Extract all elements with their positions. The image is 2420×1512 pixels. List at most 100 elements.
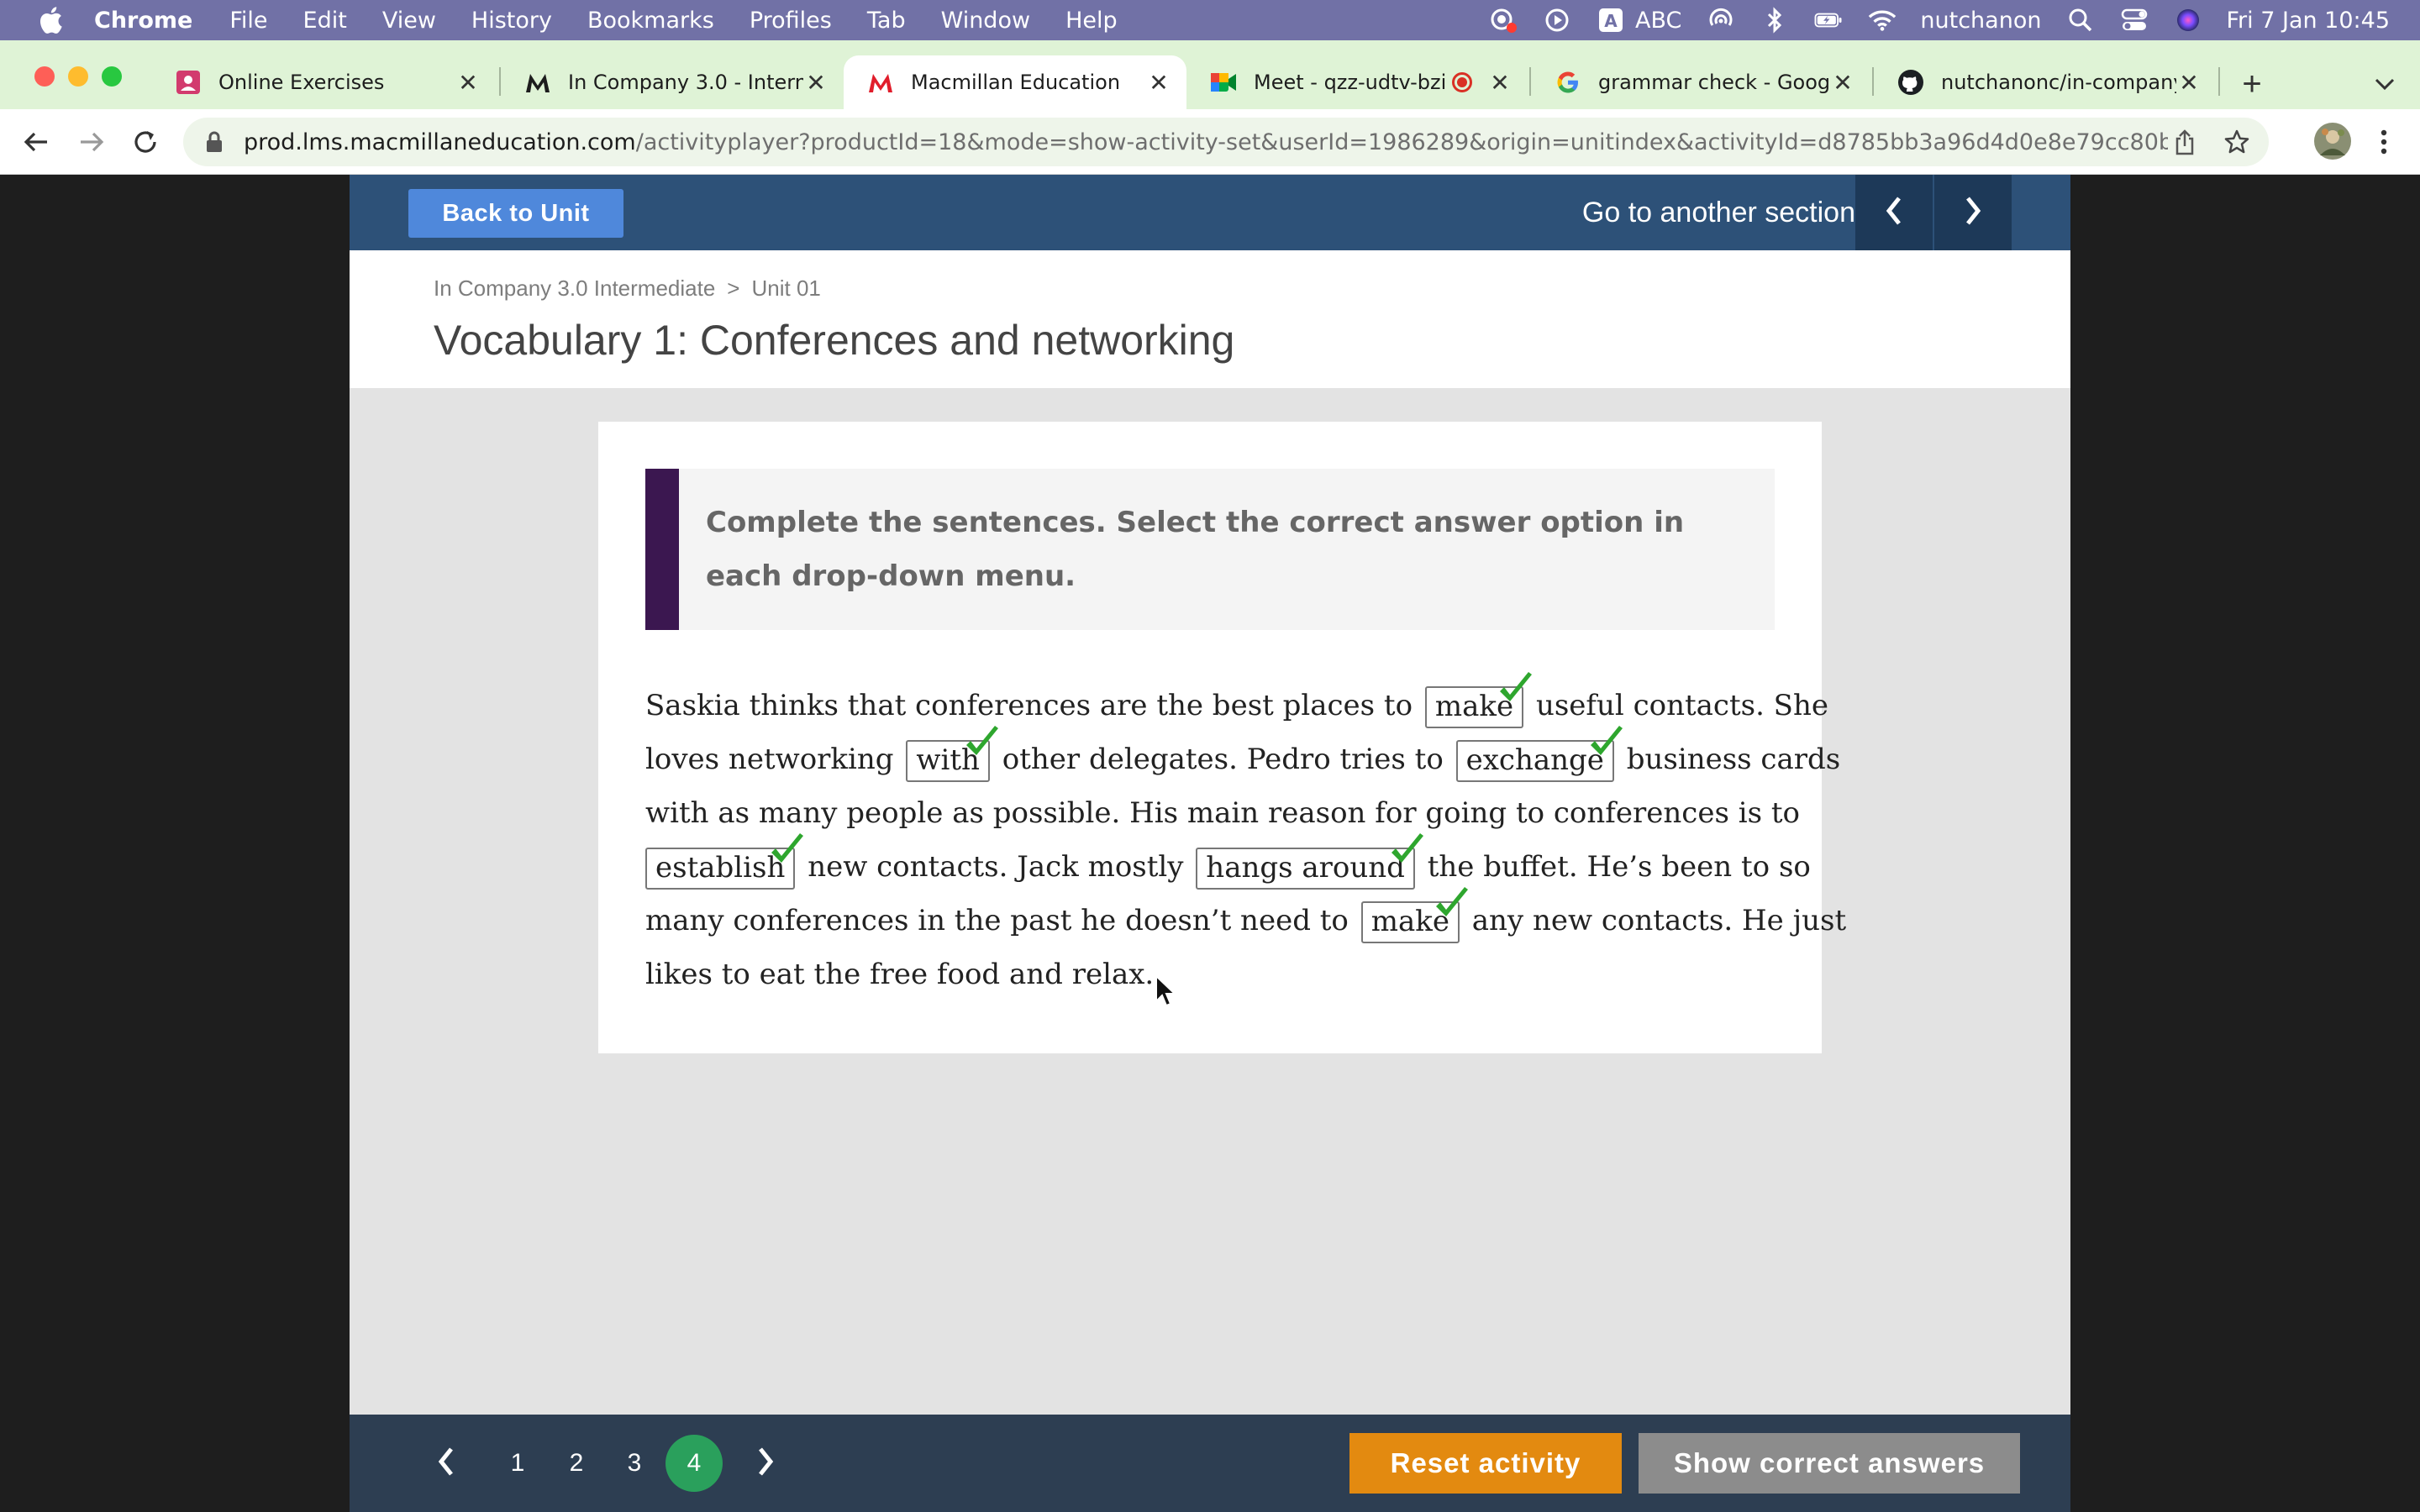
tab-title: Meet - qzz-udtv-bzi (1254, 71, 1447, 94)
menu-profiles[interactable]: Profiles (750, 8, 832, 34)
back-arrow-icon[interactable] (18, 124, 54, 160)
breadcrumb-course[interactable]: In Company 3.0 Intermediate (434, 276, 715, 301)
page-4-button[interactable]: 4 (666, 1435, 723, 1492)
next-activity-button[interactable] (744, 1438, 786, 1488)
input-source-icon[interactable]: A (1597, 6, 1625, 34)
sentence-text: Saskia thinks that conferences are the b… (645, 689, 1413, 722)
siri-icon[interactable] (2174, 6, 2202, 34)
correct-check-icon (965, 726, 998, 755)
tab-github[interactable]: nutchanonc/in-company ✕ (1874, 55, 2217, 109)
tab-close-icon[interactable]: ✕ (1830, 70, 1855, 96)
sentence-text: many conferences in the past he doesn’t … (645, 904, 1349, 937)
page-1-button[interactable]: 1 (489, 1435, 546, 1492)
bookmark-star-icon[interactable] (2220, 125, 2254, 159)
macmillan-logo-icon (867, 69, 894, 96)
breadcrumb-unit[interactable]: Unit 01 (751, 276, 820, 301)
new-tab-button[interactable]: + (2235, 67, 2269, 101)
battery-icon[interactable] (1814, 6, 1843, 34)
answer-dropdown[interactable]: establish (645, 833, 804, 890)
tab-close-icon[interactable]: ✕ (2176, 70, 2202, 96)
breadcrumb-separator: > (727, 276, 740, 301)
menu-bookmarks[interactable]: Bookmarks (587, 8, 714, 34)
sentence-text: any new contacts. He just (1471, 904, 1847, 937)
menu-history[interactable]: History (471, 8, 552, 34)
url-text[interactable]: prod.lms.macmillaneducation.com/activity… (244, 129, 2168, 155)
menu-view[interactable]: View (382, 8, 436, 34)
tab-macmillan-education[interactable]: Macmillan Education ✕ (844, 55, 1186, 109)
sentence-text: other delegates. Pedro tries to (1002, 743, 1444, 776)
sentence-text: likes to eat the free food and relax. (645, 958, 1155, 991)
spotlight-search-icon[interactable] (2066, 6, 2095, 34)
apple-menu-icon[interactable] (30, 0, 71, 40)
tab-close-icon[interactable]: ✕ (803, 70, 829, 96)
profile-avatar[interactable] (2312, 121, 2353, 161)
answer-dropdown[interactable]: make (1360, 887, 1468, 943)
exercise-line: likes to eat the free food and relax. (645, 948, 1780, 1001)
tab-online-exercises[interactable]: Online Exercises ✕ (151, 55, 496, 109)
window-minimize-button[interactable] (68, 66, 88, 87)
clock[interactable]: Fri 7 Jan 10:45 (2226, 8, 2390, 34)
menu-edit[interactable]: Edit (303, 8, 347, 34)
exercise-line: establish new contacts. Jack mostly hang… (645, 833, 1811, 894)
tab-in-company[interactable]: In Company 3.0 - Interm ✕ (501, 55, 844, 109)
tab-google-meet[interactable]: Meet - qzz-udtv-bzi ✕ (1186, 55, 1528, 109)
page-2-button[interactable]: 2 (548, 1435, 605, 1492)
menu-app-name[interactable]: Chrome (94, 8, 192, 34)
chevron-right-icon (756, 1446, 775, 1482)
sentence-text: with as many people as possible. His mai… (645, 796, 1800, 830)
chevron-left-icon (437, 1446, 455, 1482)
tab-close-icon[interactable]: ✕ (455, 70, 481, 96)
airdrop-icon[interactable] (1707, 6, 1735, 34)
activity-card: Complete the sentences. Select the corre… (598, 422, 1846, 1053)
reload-icon[interactable] (128, 124, 163, 160)
recording-icon (1452, 72, 1472, 92)
chevron-right-icon (1964, 196, 1982, 230)
tab-grammar-check[interactable]: grammar check - Google ✕ (1531, 55, 1870, 109)
answer-dropdown[interactable]: hangs around (1196, 833, 1423, 890)
sentence-text: useful contacts. She (1535, 689, 1828, 722)
answer-dropdown[interactable]: exchange (1455, 726, 1623, 782)
back-to-unit-button[interactable]: Back to Unit (408, 189, 623, 238)
correct-check-icon (1435, 887, 1468, 916)
tab-separator (2218, 67, 2220, 96)
reset-activity-button[interactable]: Reset activity (1349, 1433, 1622, 1494)
address-bar[interactable]: prod.lms.macmillaneducation.com/activity… (183, 118, 2269, 166)
page-3-button[interactable]: 3 (606, 1435, 663, 1492)
window-close-button[interactable] (34, 66, 55, 87)
user-name[interactable]: nutchanon (1920, 8, 2041, 34)
bluetooth-icon[interactable] (1760, 6, 1789, 34)
exercise-line: loves networking with other delegates. P… (645, 726, 1840, 786)
share-icon[interactable] (2168, 125, 2202, 159)
next-section-button[interactable] (1934, 175, 2012, 250)
tab-close-icon[interactable]: ✕ (1487, 70, 1512, 96)
answer-dropdown[interactable]: with (906, 726, 998, 782)
screen-share-icon[interactable] (1489, 6, 1518, 34)
mouse-cursor-icon (1155, 974, 1176, 1007)
tab-search-chevron-icon[interactable] (2370, 69, 2400, 99)
window-zoom-button[interactable] (102, 66, 122, 87)
previous-activity-button[interactable] (425, 1438, 467, 1488)
menu-file[interactable]: File (229, 8, 267, 34)
show-correct-answers-button[interactable]: Show correct answers (1639, 1433, 2020, 1494)
github-icon (1897, 69, 1924, 96)
previous-section-button[interactable] (1855, 175, 1933, 250)
control-center-icon[interactable] (2120, 6, 2149, 34)
more-menu-icon[interactable] (2366, 124, 2402, 160)
menu-help[interactable]: Help (1065, 8, 1118, 34)
activity-header: In Company 3.0 Intermediate > Unit 01 Voca… (350, 250, 2070, 388)
forward-arrow-icon[interactable] (74, 124, 109, 160)
instruction-box: Complete the sentences. Select the corre… (645, 469, 1775, 630)
tab-close-icon[interactable]: ✕ (1146, 70, 1171, 96)
exercise-line: many conferences in the past he doesn’t … (645, 887, 1846, 948)
play-circle-icon[interactable] (1543, 6, 1571, 34)
answer-dropdown[interactable]: make (1424, 672, 1533, 728)
google-meet-icon (1210, 69, 1237, 96)
wifi-icon[interactable] (1868, 6, 1897, 34)
correct-check-icon (1500, 672, 1533, 701)
menu-tab[interactable]: Tab (867, 8, 906, 34)
sentence-text: new contacts. Jack mostly (808, 850, 1184, 884)
tab-title: Online Exercises (218, 71, 385, 94)
menu-window[interactable]: Window (941, 8, 1030, 34)
lock-icon[interactable] (202, 129, 227, 155)
activity-player: Back to Unit Go to another section In Co… (350, 175, 2070, 1512)
